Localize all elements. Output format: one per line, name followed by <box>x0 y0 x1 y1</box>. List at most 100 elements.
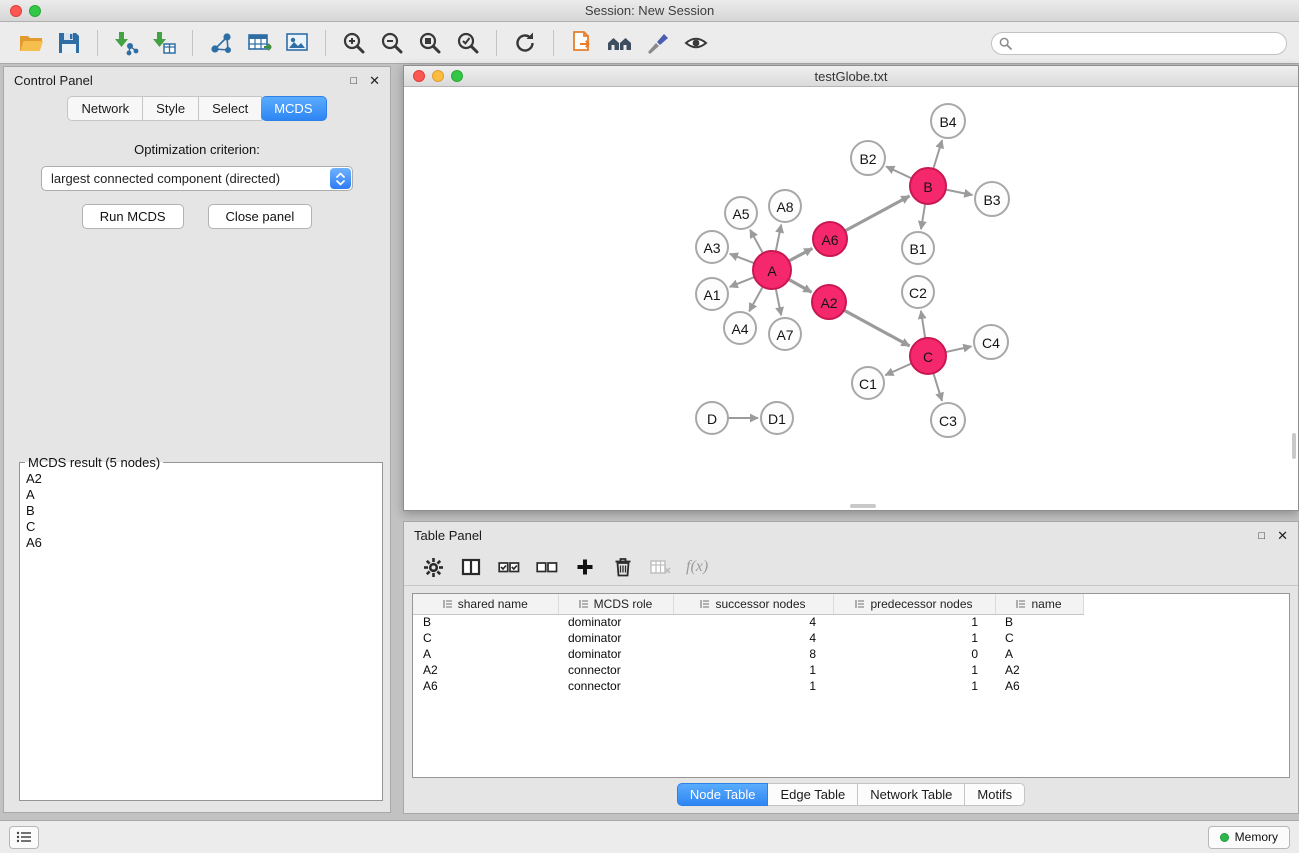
column-header-name[interactable]: name <box>995 594 1083 614</box>
graph-edge-C-C4[interactable] <box>945 346 972 352</box>
zoom-fit-button[interactable] <box>411 26 449 60</box>
select-all-rows-button[interactable] <box>492 552 526 582</box>
graph-node-A[interactable]: A <box>753 251 791 289</box>
tab-edge-table[interactable]: Edge Table <box>768 783 858 806</box>
first-neighbors-button[interactable] <box>563 26 601 60</box>
graph-node-B2[interactable]: B2 <box>851 141 885 175</box>
graph-node-A1[interactable]: A1 <box>696 278 728 310</box>
float-panel-icon[interactable]: □ <box>350 75 357 87</box>
close-table-panel-icon[interactable]: ✕ <box>1277 528 1288 544</box>
graph-node-C[interactable]: C <box>910 338 946 374</box>
graph-edge-A-A5[interactable] <box>750 230 763 254</box>
table-cell[interactable]: 1 <box>833 662 995 678</box>
graph-edge-C-C1[interactable] <box>885 363 912 375</box>
table-cell[interactable]: dominator <box>558 614 673 630</box>
table-cell[interactable]: A <box>413 646 558 662</box>
graph-edge-C-C3[interactable] <box>933 372 942 401</box>
open-session-button[interactable] <box>12 26 50 60</box>
column-header-mcds-role[interactable]: MCDS role <box>558 594 673 614</box>
graph-edge-A2-C[interactable] <box>843 310 910 346</box>
graph-node-A5[interactable]: A5 <box>725 197 757 229</box>
horizontal-scrollbar[interactable] <box>850 504 876 508</box>
mcds-result-item[interactable]: C <box>24 519 378 535</box>
table-cell[interactable]: connector <box>558 678 673 694</box>
graph-edge-A-A6[interactable] <box>788 248 812 261</box>
table-cell[interactable]: A6 <box>413 678 558 694</box>
network-canvas[interactable]: B4B2BB3A5A8A6A3B1AC2A1A2A4A7C4CC1DD1C3 <box>405 88 1297 509</box>
graph-node-B1[interactable]: B1 <box>902 232 934 264</box>
save-session-button[interactable] <box>50 26 88 60</box>
import-network-file-button[interactable] <box>107 26 145 60</box>
zoom-network-window-button[interactable] <box>451 70 463 82</box>
tab-network[interactable]: Network <box>67 96 143 121</box>
delete-column-button[interactable] <box>606 552 640 582</box>
tab-mcds[interactable]: MCDS <box>261 96 326 121</box>
graph-edge-B-B4[interactable] <box>933 140 942 170</box>
graph-node-A8[interactable]: A8 <box>769 190 801 222</box>
graph-edge-A-A3[interactable] <box>730 254 755 264</box>
tab-network-table[interactable]: Network Table <box>858 783 965 806</box>
delete-table-button[interactable] <box>644 552 678 582</box>
show-hide-button[interactable] <box>677 26 715 60</box>
table-cell[interactable]: 1 <box>673 678 833 694</box>
add-column-button[interactable] <box>568 552 602 582</box>
graph-node-B3[interactable]: B3 <box>975 182 1009 216</box>
graph-node-A4[interactable]: A4 <box>724 312 756 344</box>
column-header-successor-nodes[interactable]: successor nodes <box>673 594 833 614</box>
graph-node-D1[interactable]: D1 <box>761 402 793 434</box>
table-cell[interactable]: 1 <box>833 630 995 646</box>
zoom-selected-button[interactable] <box>449 26 487 60</box>
tab-select[interactable]: Select <box>199 96 262 121</box>
mcds-result-item[interactable]: B <box>24 503 378 519</box>
table-cell[interactable]: 1 <box>833 614 995 630</box>
export-table-button[interactable] <box>240 26 278 60</box>
tab-style[interactable]: Style <box>143 96 199 121</box>
mcds-result-item[interactable]: A6 <box>24 535 378 551</box>
zoom-in-button[interactable] <box>335 26 373 60</box>
new-network-button[interactable] <box>202 26 240 60</box>
graph-node-A6[interactable]: A6 <box>813 222 847 256</box>
graph-edge-B-B2[interactable] <box>886 166 912 178</box>
graph-node-B4[interactable]: B4 <box>931 104 965 138</box>
table-row[interactable]: Adominator80A <box>413 646 1289 662</box>
home-networks-button[interactable] <box>601 26 639 60</box>
table-cell[interactable]: B <box>413 614 558 630</box>
graph-edge-C-C2[interactable] <box>921 311 925 339</box>
apply-style-button[interactable] <box>639 26 677 60</box>
graph-node-C2[interactable]: C2 <box>902 276 934 308</box>
table-cell[interactable]: dominator <box>558 630 673 646</box>
graph-edge-B-B3[interactable] <box>945 189 973 195</box>
table-cell[interactable]: C <box>413 630 558 646</box>
import-table-file-button[interactable] <box>145 26 183 60</box>
table-cell[interactable]: A2 <box>413 662 558 678</box>
table-cell[interactable]: A6 <box>995 678 1083 694</box>
table-cell[interactable]: dominator <box>558 646 673 662</box>
graph-edge-A-A2[interactable] <box>788 279 812 292</box>
vertical-scrollbar[interactable] <box>1292 433 1296 459</box>
table-cell[interactable]: B <box>995 614 1083 630</box>
minimize-network-window-button[interactable] <box>432 70 444 82</box>
refresh-view-button[interactable] <box>506 26 544 60</box>
graph-node-A2[interactable]: A2 <box>812 285 846 319</box>
graph-node-D[interactable]: D <box>696 402 728 434</box>
graph-edge-B-B1[interactable] <box>921 203 925 229</box>
mcds-result-item[interactable]: A2 <box>24 471 378 487</box>
graph-edge-A-A8[interactable] <box>776 225 782 253</box>
graph-node-A3[interactable]: A3 <box>696 231 728 263</box>
memory-button[interactable]: Memory <box>1208 826 1290 849</box>
optimization-criterion-select[interactable]: largest connected component (directed) <box>41 166 353 191</box>
graph-node-C4[interactable]: C4 <box>974 325 1008 359</box>
table-cell[interactable]: C <box>995 630 1083 646</box>
table-cell[interactable]: A2 <box>995 662 1083 678</box>
close-panel-icon[interactable]: ✕ <box>369 73 380 89</box>
table-cell[interactable]: connector <box>558 662 673 678</box>
column-header-predecessor-nodes[interactable]: predecessor nodes <box>833 594 995 614</box>
table-row[interactable]: Cdominator41C <box>413 630 1289 646</box>
graph-node-A7[interactable]: A7 <box>769 318 801 350</box>
search-input[interactable] <box>991 32 1287 55</box>
graph-edge-A-A4[interactable] <box>749 286 763 312</box>
table-row[interactable]: Bdominator41B <box>413 614 1289 630</box>
zoom-window-button[interactable] <box>29 5 41 17</box>
deselect-all-rows-button[interactable] <box>530 552 564 582</box>
task-history-button[interactable] <box>9 826 39 849</box>
